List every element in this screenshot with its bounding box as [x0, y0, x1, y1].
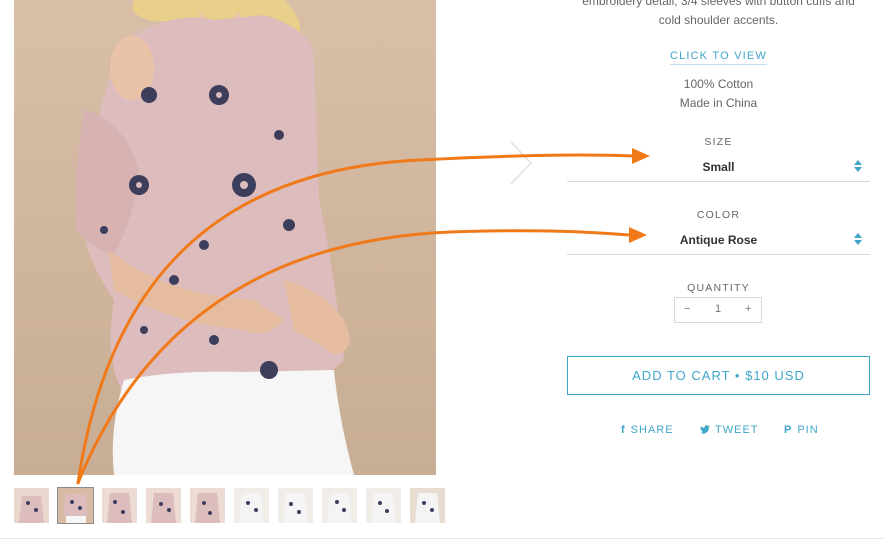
thumbnail[interactable]	[190, 488, 225, 523]
share-twitter-link[interactable]: TWEET	[700, 424, 759, 436]
size-select[interactable]: Small	[567, 155, 870, 182]
select-arrows-icon	[854, 160, 862, 172]
thumbnail[interactable]	[410, 488, 445, 523]
gallery-next-icon[interactable]	[505, 138, 535, 188]
size-label: SIZE	[704, 136, 733, 148]
origin-line: Made in China	[679, 96, 758, 110]
color-value: Antique Rose	[679, 233, 758, 247]
quantity-stepper: − 1 +	[674, 297, 762, 323]
thumbnail[interactable]	[234, 488, 269, 523]
facebook-icon: f	[621, 424, 626, 436]
thumbnail[interactable]	[366, 488, 401, 523]
quantity-decrease-button[interactable]: −	[684, 303, 690, 315]
pinterest-icon: P	[784, 424, 793, 436]
thumbnail[interactable]	[57, 487, 94, 524]
main-product-image[interactable]	[14, 0, 436, 475]
divider	[0, 538, 885, 539]
description-line: embroidery detail, 3/4 sleeves with butt…	[582, 0, 855, 8]
thumbnail[interactable]	[146, 488, 181, 523]
select-arrows-icon	[854, 233, 862, 245]
pin-label: PIN	[797, 424, 819, 436]
share-pinterest-link[interactable]: P PIN	[784, 424, 819, 436]
product-description: embroidery detail, 3/4 sleeves with butt…	[567, 0, 870, 30]
click-to-view-link[interactable]: CLICK TO VIEW	[567, 46, 870, 65]
add-to-cart-button[interactable]: ADD TO CART • $10 USD	[567, 356, 870, 395]
thumbnail[interactable]	[278, 488, 313, 523]
twitter-icon	[700, 425, 710, 434]
color-select[interactable]: Antique Rose	[567, 228, 870, 255]
thumbnail[interactable]	[14, 488, 49, 523]
quantity-value[interactable]: 1	[715, 303, 721, 315]
share-label: SHARE	[630, 424, 674, 436]
description-line: cold shoulder accents.	[658, 13, 779, 27]
material-info: 100% Cotton Made in China	[567, 75, 870, 113]
thumbnail[interactable]	[102, 488, 137, 523]
click-to-view-label[interactable]: CLICK TO VIEW	[669, 50, 768, 65]
quantity-increase-button[interactable]: +	[745, 303, 751, 315]
color-label: COLOR	[696, 209, 741, 221]
thumbnail[interactable]	[322, 488, 357, 523]
tweet-label: TWEET	[715, 424, 759, 436]
share-facebook-link[interactable]: f SHARE	[621, 424, 674, 436]
thumbnail-strip	[14, 487, 445, 524]
quantity-label: QUANTITY	[687, 282, 750, 294]
size-value: Small	[702, 160, 735, 174]
material-line: 100% Cotton	[683, 77, 754, 91]
